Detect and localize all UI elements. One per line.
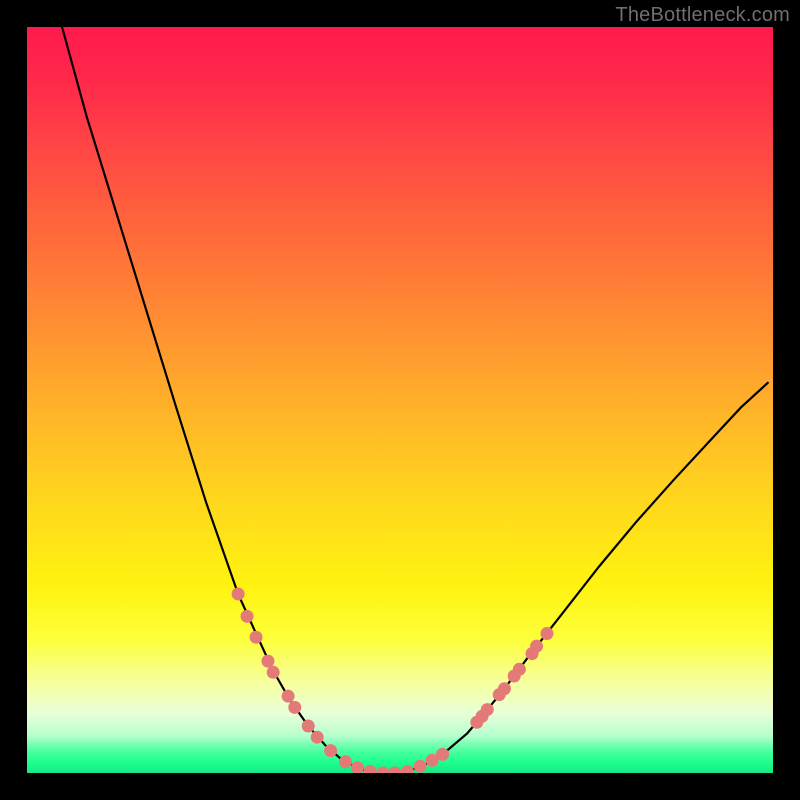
data-point	[311, 731, 324, 744]
data-point	[288, 701, 301, 714]
data-point	[324, 744, 337, 757]
data-point	[530, 640, 543, 653]
data-point	[476, 710, 489, 723]
data-point	[436, 748, 449, 761]
data-point	[232, 587, 245, 600]
data-point	[241, 610, 254, 623]
data-point	[351, 761, 364, 773]
data-point	[364, 765, 377, 773]
data-point	[414, 760, 427, 773]
data-point	[282, 690, 295, 703]
watermark-text: TheBottleneck.com	[615, 4, 790, 27]
data-point	[339, 755, 352, 768]
chart-stage: TheBottleneck.com	[0, 0, 800, 800]
data-point	[540, 627, 553, 640]
marker-dots	[232, 587, 554, 773]
data-point	[261, 655, 274, 668]
data-point	[498, 682, 511, 695]
bottleneck-curve	[62, 27, 768, 773]
plot-area	[27, 27, 773, 773]
data-point	[376, 767, 389, 774]
data-point	[401, 765, 414, 773]
data-point	[250, 631, 263, 644]
chart-svg	[27, 27, 773, 773]
data-point	[388, 767, 401, 774]
data-point	[267, 666, 280, 679]
data-point	[513, 663, 526, 676]
data-point	[302, 720, 315, 733]
